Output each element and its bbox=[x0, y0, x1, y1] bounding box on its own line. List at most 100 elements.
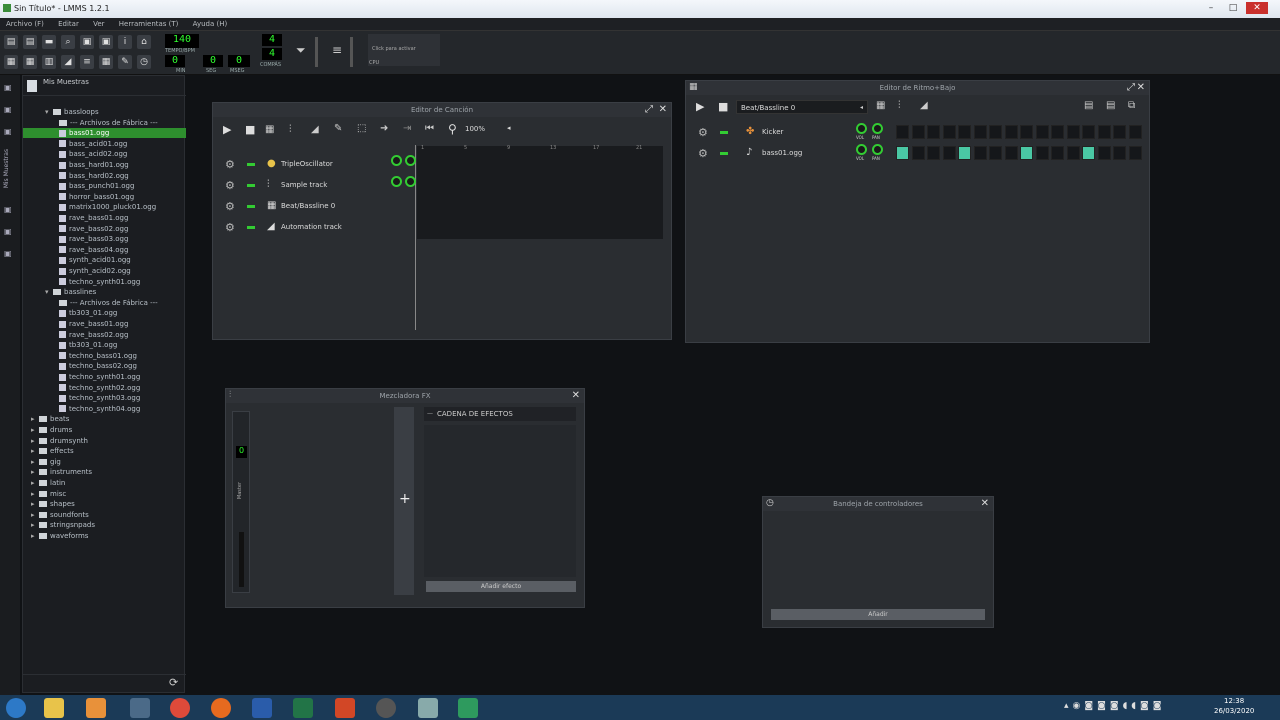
beat-play-button[interactable]: ▶ bbox=[696, 100, 704, 113]
explorer-icon[interactable] bbox=[44, 698, 64, 718]
pan-knob[interactable] bbox=[405, 176, 416, 187]
add-automation-icon[interactable]: ◢ bbox=[920, 100, 928, 111]
presets-icon[interactable]: ▣ bbox=[4, 127, 14, 137]
apps-icon[interactable] bbox=[130, 698, 150, 718]
beat-stop-button[interactable]: ■ bbox=[718, 100, 728, 113]
track-name[interactable]: Sample track bbox=[281, 181, 327, 189]
track-settings-gear-icon[interactable]: ⚙ bbox=[225, 158, 235, 171]
expand-arrow-icon[interactable]: ▸ bbox=[31, 520, 39, 530]
file-item[interactable]: techno_bass02.ogg bbox=[59, 361, 137, 371]
master-volume-slider[interactable] bbox=[315, 37, 318, 67]
expand-arrow-icon[interactable]: ▸ bbox=[31, 457, 39, 467]
track-mute-button[interactable] bbox=[720, 131, 728, 134]
browser-search[interactable]: ⟳ bbox=[23, 674, 186, 690]
tempo-display[interactable]: 140 bbox=[165, 34, 199, 48]
folder-item[interactable]: ▸ waveforms bbox=[31, 531, 88, 541]
open-project-button[interactable]: ▬ bbox=[42, 35, 56, 49]
file-item[interactable]: techno_synth02.ogg bbox=[59, 383, 140, 393]
step-button[interactable] bbox=[1097, 125, 1111, 139]
new-project-button[interactable]: ▤ bbox=[4, 35, 18, 49]
root-icon[interactable]: ▣ bbox=[4, 227, 14, 237]
microtuner-button[interactable]: ◷ bbox=[137, 55, 151, 69]
step-button[interactable] bbox=[1004, 146, 1018, 160]
file-item[interactable]: tb303_01.ogg bbox=[59, 308, 117, 318]
folder-item[interactable]: ▸ effects bbox=[31, 446, 74, 456]
powerpoint-icon[interactable] bbox=[335, 698, 355, 718]
remove-steps-icon[interactable]: ▤ bbox=[1084, 100, 1093, 111]
volume-knob[interactable] bbox=[856, 123, 867, 134]
track-name[interactable]: Kicker bbox=[762, 128, 783, 136]
loop-points-icon[interactable]: ⇥ bbox=[403, 123, 411, 134]
file-item[interactable]: bass_acid01.ogg bbox=[59, 139, 127, 149]
expand-arrow-icon[interactable]: ▸ bbox=[31, 531, 39, 541]
stop-behaviour-icon[interactable]: ⏮ bbox=[425, 123, 434, 134]
step-button[interactable] bbox=[1113, 125, 1126, 139]
file-item[interactable]: bass_hard02.ogg bbox=[59, 171, 129, 181]
system-tray-icons[interactable]: ▴◉◙◙◙◖◖◙◙ bbox=[1064, 701, 1194, 713]
track-name[interactable]: Automation track bbox=[281, 223, 342, 231]
track-mute-button[interactable] bbox=[247, 205, 255, 208]
automation-editor-button[interactable]: ◢ bbox=[61, 55, 75, 69]
time-sig-numerator[interactable]: 4 bbox=[262, 34, 282, 46]
folder-item[interactable]: ▸ stringsnpads bbox=[31, 520, 95, 530]
file-item[interactable]: techno_synth01.ogg bbox=[59, 277, 140, 287]
expand-arrow-icon[interactable]: ▸ bbox=[31, 446, 39, 456]
step-button[interactable] bbox=[1082, 146, 1095, 160]
app-icon-2[interactable] bbox=[418, 698, 438, 718]
home-icon[interactable]: ▣ bbox=[4, 205, 14, 215]
samples-icon[interactable]: ▣ bbox=[4, 105, 14, 115]
menu-file[interactable]: Archivo (F) bbox=[0, 18, 50, 30]
edit-mode-icon[interactable]: ⬚ bbox=[357, 123, 366, 134]
zoom-dropdown-icon[interactable]: ◂ bbox=[507, 124, 511, 132]
draw-mode-icon[interactable]: ✎ bbox=[334, 123, 342, 134]
expand-arrow-icon[interactable]: ▾ bbox=[45, 107, 53, 117]
media-player-icon[interactable] bbox=[86, 698, 106, 718]
file-item[interactable]: horror_bass01.ogg bbox=[59, 192, 134, 202]
folder-item[interactable]: ▸ gig bbox=[31, 457, 61, 467]
step-button[interactable] bbox=[1035, 125, 1049, 139]
step-button[interactable] bbox=[1066, 146, 1080, 160]
add-beat-track-icon[interactable]: ▦ bbox=[265, 124, 274, 135]
effect-chain-toggle-icon[interactable]: — bbox=[427, 410, 433, 417]
beat-editor-button[interactable]: ▦ bbox=[23, 55, 37, 69]
track-name[interactable]: bass01.ogg bbox=[762, 149, 802, 157]
add-effect-button[interactable]: Añadir efecto bbox=[426, 581, 576, 592]
step-button[interactable] bbox=[927, 146, 940, 160]
track-settings-gear-icon[interactable]: ⚙ bbox=[225, 200, 235, 213]
add-controller-button[interactable]: Añadir bbox=[771, 609, 985, 620]
lock-icon[interactable]: ⌂ bbox=[137, 35, 151, 49]
step-button[interactable] bbox=[1020, 125, 1033, 139]
stop-button[interactable]: ■ bbox=[245, 123, 255, 136]
menu-tools[interactable]: Herramientas (T) bbox=[113, 18, 185, 30]
folder-item[interactable]: ▸ shapes bbox=[31, 499, 75, 509]
add-sample-icon[interactable]: ⫶ bbox=[898, 100, 901, 111]
save-project-button[interactable]: ▣ bbox=[80, 35, 94, 49]
file-item[interactable]: techno_bass01.ogg bbox=[59, 351, 137, 361]
piano-roll-button[interactable]: ▥ bbox=[42, 55, 56, 69]
zoom-select[interactable]: 100% bbox=[465, 125, 485, 133]
expand-arrow-icon[interactable]: ▸ bbox=[31, 489, 39, 499]
step-button[interactable] bbox=[942, 125, 956, 139]
volume-knob[interactable] bbox=[391, 155, 402, 166]
controller-rack-button[interactable]: ▦ bbox=[99, 55, 113, 69]
close-button[interactable]: ✕ bbox=[1246, 2, 1268, 14]
time-sig-denominator[interactable]: 4 bbox=[262, 48, 282, 60]
file-item[interactable]: techno_synth03.ogg bbox=[59, 393, 140, 403]
expand-arrow-icon[interactable]: ▸ bbox=[31, 425, 39, 435]
menu-edit[interactable]: Editar bbox=[52, 18, 85, 30]
folder-item[interactable]: --- Archivos de Fábrica --- bbox=[59, 298, 158, 308]
menu-help[interactable]: Ayuda (H) bbox=[187, 18, 234, 30]
firefox-icon[interactable] bbox=[211, 698, 231, 718]
file-item[interactable]: techno_synth01.ogg bbox=[59, 372, 140, 382]
track-settings-gear-icon[interactable]: ⚙ bbox=[698, 126, 708, 139]
refresh-icon[interactable]: ⟳ bbox=[169, 676, 178, 689]
folder-item[interactable]: ▸ misc bbox=[31, 489, 66, 499]
folder-item[interactable]: ▸ beats bbox=[31, 414, 69, 424]
file-item[interactable]: techno_synth04.ogg bbox=[59, 404, 140, 414]
auto-scroll-icon[interactable]: ➜ bbox=[380, 123, 388, 134]
song-editor-button[interactable]: ▦ bbox=[4, 55, 18, 69]
obs-icon[interactable] bbox=[376, 698, 396, 718]
step-button[interactable] bbox=[1020, 146, 1033, 160]
expand-arrow-icon[interactable]: ▸ bbox=[31, 467, 39, 477]
my-samples-tab[interactable]: Mis Muestras bbox=[3, 149, 10, 188]
